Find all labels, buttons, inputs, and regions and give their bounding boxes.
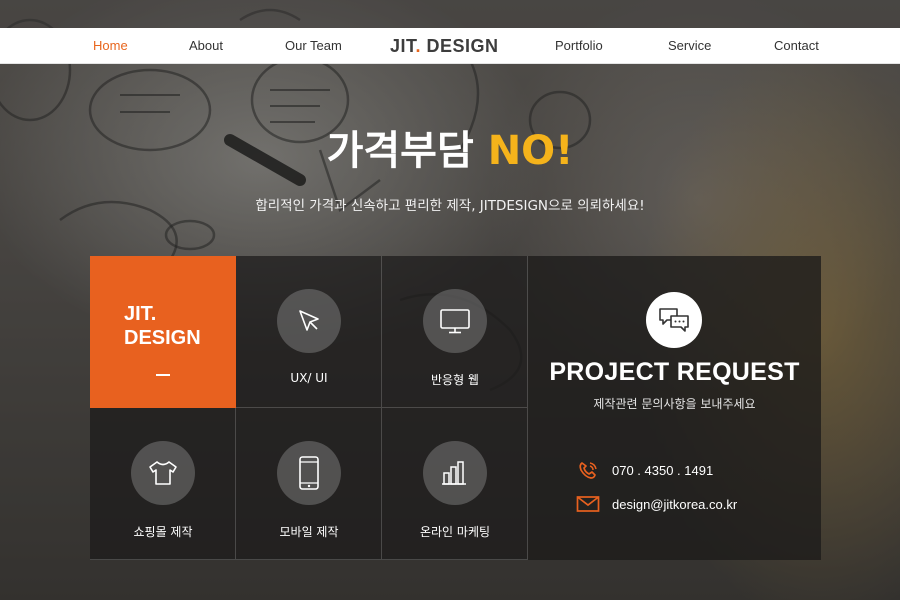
nav-contact[interactable]: Contact xyxy=(774,28,819,64)
project-request-subtitle: 제작관련 문의사항을 보내주세요 xyxy=(593,397,756,411)
monitor-icon xyxy=(423,289,487,353)
chat-bubbles-icon xyxy=(646,292,702,348)
project-request-panel[interactable]: PROJECT REQUEST 제작관련 문의사항을 보내주세요 070 . 4… xyxy=(528,256,821,560)
hero-headline: 가격부담 NO! xyxy=(0,118,900,176)
service-mobile[interactable]: 모바일 제작 xyxy=(236,408,382,560)
contact-phone[interactable]: 070 . 4350 . 1491 xyxy=(576,460,713,480)
top-strip xyxy=(0,0,900,28)
brand-tile-design: DESIGN xyxy=(124,327,201,349)
main-navbar: Home About Our Team JIT. DESIGN Portfoli… xyxy=(0,28,900,64)
tshirt-icon xyxy=(131,441,195,505)
service-label: 반응형 웹 xyxy=(431,373,479,387)
service-label: 온라인 마케팅 xyxy=(419,525,491,539)
bar-chart-hand-icon xyxy=(423,441,487,505)
nav-portfolio[interactable]: Portfolio xyxy=(555,28,603,64)
nav-about[interactable]: About xyxy=(189,28,223,64)
service-ux-ui[interactable]: UX/ UI xyxy=(236,256,382,408)
nav-service[interactable]: Service xyxy=(668,28,711,64)
logo-text-design: DESIGN xyxy=(421,36,499,56)
service-label: UX/ UI xyxy=(290,371,328,385)
brand-tile-dash xyxy=(156,374,170,376)
site-logo[interactable]: JIT. DESIGN xyxy=(390,28,499,64)
hero-title-accent: NO! xyxy=(487,128,574,174)
email-address: design@jitkorea.co.kr xyxy=(612,496,738,512)
service-label: 쇼핑몰 제작 xyxy=(133,525,193,539)
logo-text-jit: JIT xyxy=(390,36,416,56)
service-shopping-mall[interactable]: 쇼핑몰 제작 xyxy=(90,408,236,560)
cursor-icon xyxy=(277,289,341,353)
brand-tile-dot: . xyxy=(150,303,157,325)
hero-title: 가격부담 xyxy=(326,128,474,174)
nav-home[interactable]: Home xyxy=(93,28,128,64)
nav-our-team[interactable]: Our Team xyxy=(285,28,342,64)
contact-email[interactable]: design@jitkorea.co.kr xyxy=(576,494,737,514)
smartphone-icon xyxy=(277,441,341,505)
envelope-icon xyxy=(576,494,600,514)
service-responsive-web[interactable]: 반응형 웹 xyxy=(382,256,528,408)
phone-number: 070 . 4350 . 1491 xyxy=(612,462,714,478)
hero-subtitle: 합리적인 가격과 신속하고 편리한 제작, JITDESIGN으로 의뢰하세요! xyxy=(255,198,645,214)
service-grid: JIT. DESIGN UX/ UI 반응형 웹 쇼핑몰 제작 모바일 제작 온… xyxy=(90,256,821,560)
service-online-marketing[interactable]: 온라인 마케팅 xyxy=(382,408,528,560)
phone-icon xyxy=(576,460,600,480)
brand-tile-logo: JIT. DESIGN xyxy=(124,302,201,350)
brand-tile-jit: JIT xyxy=(124,303,151,325)
project-request-title: PROJECT REQUEST xyxy=(549,358,800,386)
brand-tile: JIT. DESIGN xyxy=(90,256,236,408)
service-label: 모바일 제작 xyxy=(279,525,339,539)
